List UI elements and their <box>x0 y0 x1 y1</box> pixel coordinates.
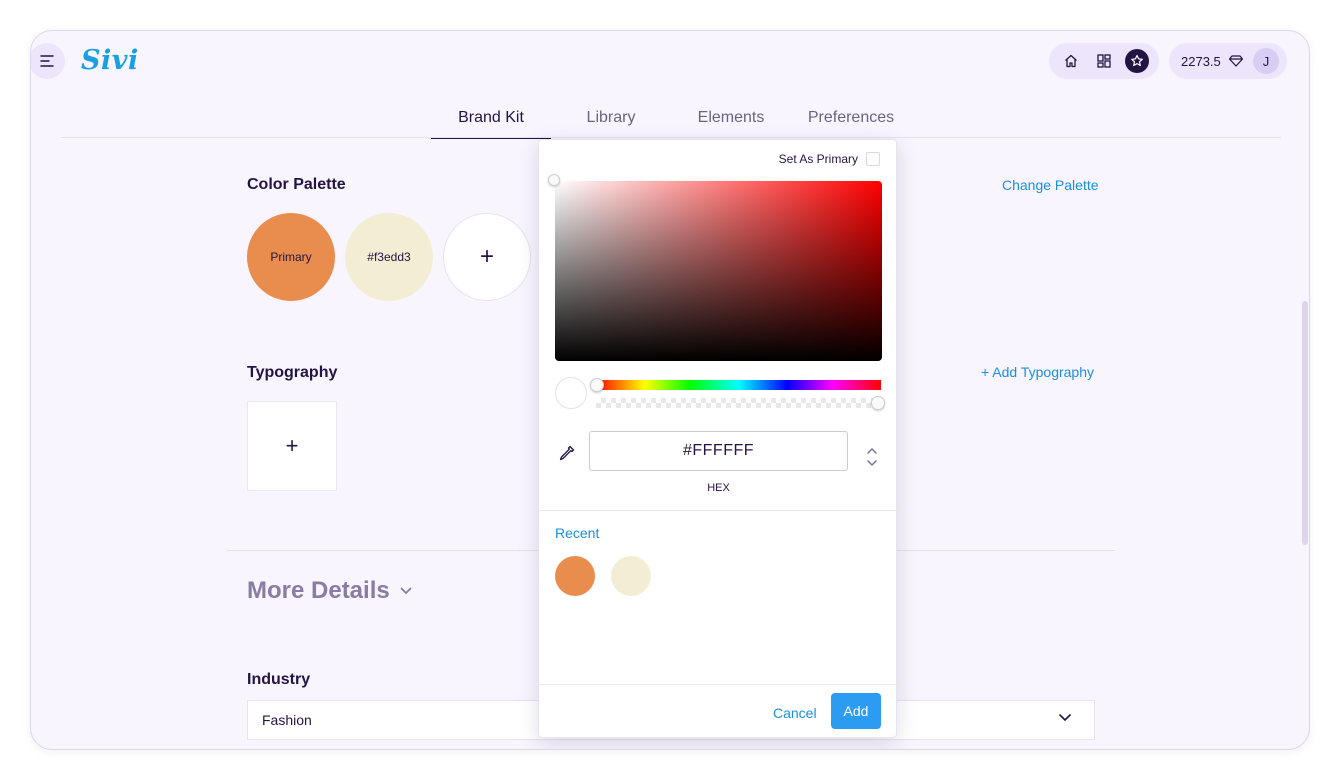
picker-footer-divider <box>539 684 898 685</box>
set-as-primary-option[interactable]: Set As Primary <box>779 152 880 166</box>
recent-color-2[interactable] <box>611 556 651 596</box>
credits-pill[interactable]: 2273.5 J <box>1169 43 1287 79</box>
chevron-down-icon <box>1059 714 1071 722</box>
recent-color-1[interactable] <box>555 556 595 596</box>
app-window: Sivi 2273.5 J Brand Kit Library Elements… <box>30 30 1310 750</box>
color-picker-popup: Set As Primary #FFFFFF HEX Recent Cancel… <box>538 139 898 738</box>
app-logo[interactable]: Sivi <box>81 45 139 76</box>
saturation-handle[interactable] <box>548 174 560 186</box>
credits-value: 2273.5 <box>1181 53 1221 69</box>
alpha-slider[interactable] <box>596 398 881 408</box>
color-palette-title: Color Palette <box>247 176 346 193</box>
set-as-primary-checkbox[interactable] <box>866 152 880 166</box>
plus-icon: + <box>479 243 494 270</box>
tab-brand-kit[interactable]: Brand Kit <box>431 103 551 139</box>
industry-value: Fashion <box>262 712 312 728</box>
swatch-secondary[interactable]: #f3edd3 <box>345 213 433 301</box>
industry-label: Industry <box>247 671 311 688</box>
chevron-down-icon <box>400 587 412 595</box>
home-icon[interactable] <box>1059 49 1083 73</box>
more-details-title: More Details <box>247 577 390 604</box>
picker-divider <box>539 510 898 511</box>
cancel-button[interactable]: Cancel <box>767 701 823 725</box>
nav-pill <box>1049 43 1159 79</box>
avatar[interactable]: J <box>1253 48 1279 74</box>
tabs-divider <box>61 137 1281 138</box>
recent-label: Recent <box>555 525 600 541</box>
add-typography-link[interactable]: + Add Typography <box>981 364 1094 380</box>
color-preview <box>555 377 587 409</box>
swatch-label: #f3edd3 <box>367 250 411 264</box>
hue-slider[interactable] <box>596 380 881 390</box>
tab-library[interactable]: Library <box>551 103 671 139</box>
swatch-label: Primary <box>270 250 312 264</box>
format-label: HEX <box>707 482 730 494</box>
menu-button[interactable] <box>31 43 65 79</box>
scrollbar[interactable] <box>1302 301 1308 545</box>
hue-handle[interactable] <box>590 378 604 392</box>
typography-title: Typography <box>247 364 338 381</box>
add-color-button[interactable]: + <box>443 213 531 301</box>
plus-icon: + <box>285 433 299 458</box>
dashboard-icon[interactable] <box>1092 49 1116 73</box>
tab-bar: Brand Kit Library Elements Preferences <box>431 103 911 139</box>
add-button[interactable]: Add <box>831 693 881 729</box>
change-palette-link[interactable]: Change Palette <box>1002 177 1099 193</box>
tab-elements[interactable]: Elements <box>671 103 791 139</box>
tab-preferences[interactable]: Preferences <box>791 103 911 139</box>
hamburger-icon <box>40 55 54 67</box>
saturation-area[interactable] <box>548 174 882 361</box>
diamond-icon <box>1228 55 1243 67</box>
star-icon[interactable] <box>1124 49 1149 73</box>
format-toggle-icon[interactable] <box>864 445 880 469</box>
alpha-handle[interactable] <box>871 396 885 410</box>
more-details-toggle[interactable]: More Details <box>247 577 412 605</box>
eyedropper-icon[interactable] <box>557 443 577 463</box>
add-typography-button[interactable]: + <box>247 401 337 491</box>
hex-input[interactable]: #FFFFFF <box>589 431 848 471</box>
swatch-primary[interactable]: Primary <box>247 213 335 301</box>
set-as-primary-label: Set As Primary <box>778 152 858 166</box>
